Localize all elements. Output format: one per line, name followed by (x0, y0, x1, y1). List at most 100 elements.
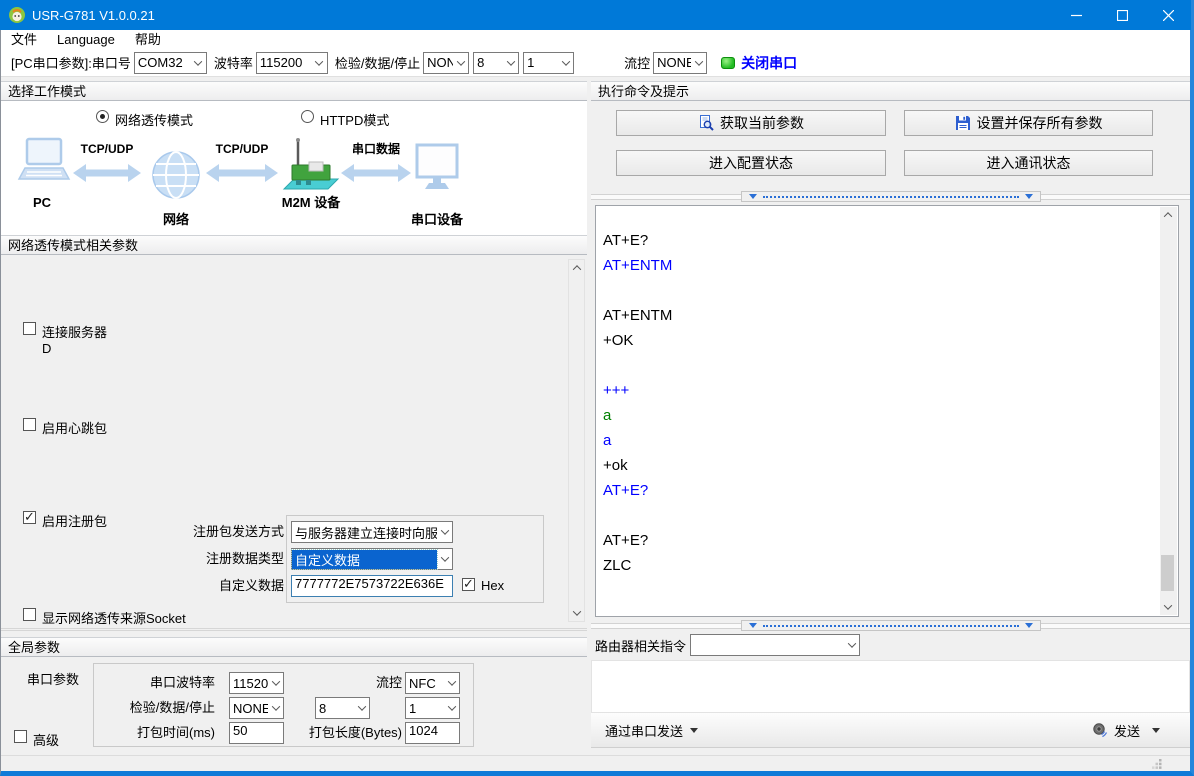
router-splitter[interactable] (591, 620, 1190, 632)
chevron-down-icon (444, 705, 459, 711)
com-port-select[interactable]: COM32 (134, 52, 207, 74)
log-line: AT+E? (603, 228, 1176, 253)
baud-select[interactable]: 115200 (256, 52, 328, 74)
menu-bar: 文件 Language 帮助 (1, 30, 1190, 49)
stopbits-select[interactable]: 1 (523, 52, 574, 74)
collapse-up-icon[interactable] (749, 623, 757, 628)
heartbeat-checkbox[interactable]: 启用心跳包 (23, 418, 107, 437)
serial-device-monitor-icon (417, 145, 457, 189)
regpack-label: 启用注册包 (42, 511, 107, 530)
diagram-link1-label: TCP/UDP (81, 142, 134, 156)
enter-config-button[interactable]: 进入配置状态 (616, 150, 886, 176)
send-input-area[interactable] (591, 660, 1190, 713)
send-via-serial-button[interactable]: 通过串口发送 (605, 721, 698, 740)
connect-server-label: 连接服务器 D (42, 322, 107, 356)
diagram-link2-label: TCP/UDP (216, 142, 269, 156)
resize-grip-icon[interactable] (1152, 759, 1162, 769)
send-button[interactable]: 发送 (1092, 721, 1160, 740)
chevron-down-icon (191, 60, 206, 66)
g-databits-select[interactable]: 8 (315, 697, 370, 719)
scroll-thumb[interactable] (1161, 555, 1174, 591)
chevron-down-icon (444, 680, 459, 686)
reg-data-type-label: 注册数据类型 (151, 548, 284, 570)
log-line: AT+E? (603, 478, 1176, 503)
global-params-header: 全局参数 (1, 637, 587, 657)
checkbox-icon (23, 511, 36, 524)
show-socket-checkbox[interactable]: 显示网络透传来源Socket (23, 608, 186, 627)
collapse-up-icon[interactable] (749, 194, 757, 199)
g-parity-select[interactable]: NONE (229, 697, 284, 719)
parity-select[interactable]: NONI (423, 52, 469, 74)
connect-server-checkbox[interactable]: 连接服务器 D (23, 322, 107, 356)
get-params-button[interactable]: 获取当前参数 (616, 110, 886, 136)
close-serial-button[interactable]: 关闭串口 (741, 53, 797, 73)
flow-label: 流控 (624, 53, 650, 72)
radio-icon (96, 110, 109, 123)
collapse-down-icon[interactable] (1025, 194, 1033, 199)
network-globe-icon (153, 152, 199, 198)
minimize-button[interactable] (1053, 0, 1099, 30)
diagram-network-label: 网络 (163, 212, 189, 227)
g-baud-select[interactable]: 115200 (229, 672, 284, 694)
chevron-down-icon (453, 60, 468, 66)
log-splitter[interactable] (591, 191, 1190, 203)
chevron-down-icon (437, 529, 452, 535)
splitter-handle[interactable] (741, 620, 1041, 631)
menu-file[interactable]: 文件 (1, 30, 47, 49)
baud-label: 波特率 (214, 53, 253, 72)
log-line: +ok (603, 453, 1176, 478)
databits-select[interactable]: 8 (473, 52, 519, 74)
g-stopbits-select[interactable]: 1 (405, 697, 460, 719)
pack-len-input[interactable]: 1024 (405, 722, 460, 744)
radio-transparent-mode[interactable]: 网络透传模式 (96, 110, 193, 129)
chevron-down-icon (437, 556, 452, 562)
log-scrollbar[interactable] (1160, 207, 1177, 615)
parity-label: 检验/数据/停止 (335, 53, 420, 72)
log-line: +OK (603, 328, 1176, 353)
advanced-label: 高级 (33, 730, 59, 749)
scroll-down-icon[interactable] (1160, 599, 1175, 615)
advanced-checkbox[interactable]: 高级 (14, 730, 59, 749)
router-cmd-select[interactable] (690, 634, 860, 656)
topology-diagram: PC TCP/UDP 网络 TCP/UDP (13, 137, 463, 233)
arrow-icon (73, 164, 141, 182)
splitter-handle[interactable] (741, 191, 1041, 202)
diagram-m2m-label: M2M 设备 (282, 195, 342, 210)
custom-data-input[interactable]: 7777772E7573722E636E (291, 575, 453, 597)
diagram-pc-label: PC (33, 195, 52, 210)
menu-language[interactable]: Language (47, 30, 125, 49)
pack-len-label: 打包长度(Bytes) (294, 722, 402, 744)
regpack-checkbox[interactable]: 启用注册包 (23, 511, 107, 530)
save-floppy-icon (955, 115, 971, 131)
radio-httpd-mode[interactable]: HTTPD模式 (301, 110, 389, 129)
reg-send-mode-select[interactable]: 与服务器建立连接时向服务 (291, 521, 453, 543)
collapse-down-icon[interactable] (1025, 623, 1033, 628)
net-params-scrollbar[interactable] (568, 259, 585, 622)
close-button[interactable] (1145, 0, 1191, 30)
splitter-dots (763, 196, 1019, 198)
search-document-icon (698, 115, 714, 131)
left-panel: 选择工作模式 网络透传模式 HTTPD模式 PC (1, 78, 587, 755)
reg-data-type-select[interactable]: 自定义数据 (291, 548, 453, 570)
flow-select[interactable]: NONE (653, 52, 707, 74)
checkbox-icon (462, 578, 475, 591)
scroll-down-icon[interactable] (569, 605, 584, 621)
hex-label: Hex (481, 578, 504, 593)
scroll-up-icon[interactable] (569, 260, 584, 276)
menu-help[interactable]: 帮助 (125, 30, 171, 49)
pack-time-input[interactable]: 50 (229, 722, 284, 744)
send-bar: 通过串口发送 发送 (591, 713, 1190, 748)
m2m-device-icon (284, 138, 338, 189)
regpack-groupbox: 与服务器建立连接时向服务 自定义数据 7777772E7573722E636E … (286, 515, 544, 603)
chevron-down-icon (268, 705, 283, 711)
g-flow-select[interactable]: NFC (405, 672, 460, 694)
net-params-panel: 连接服务器 D 启用心跳包 启用注册包 注册包发送方式 注册数据类型 自定义数据 (1, 255, 587, 631)
save-params-button[interactable]: 设置并保存所有参数 (904, 110, 1153, 136)
g-parity-label: 检验/数据/停止 (94, 697, 215, 719)
enter-comm-button[interactable]: 进入通讯状态 (904, 150, 1153, 176)
at-log[interactable]: AT+E?AT+ENTM AT+ENTM+OK +++aa+okAT+E? AT… (595, 205, 1179, 617)
scroll-up-icon[interactable] (1160, 207, 1175, 223)
hex-checkbox[interactable]: Hex (462, 578, 504, 593)
log-line: AT+ENTM (603, 303, 1176, 328)
maximize-button[interactable] (1099, 0, 1145, 30)
